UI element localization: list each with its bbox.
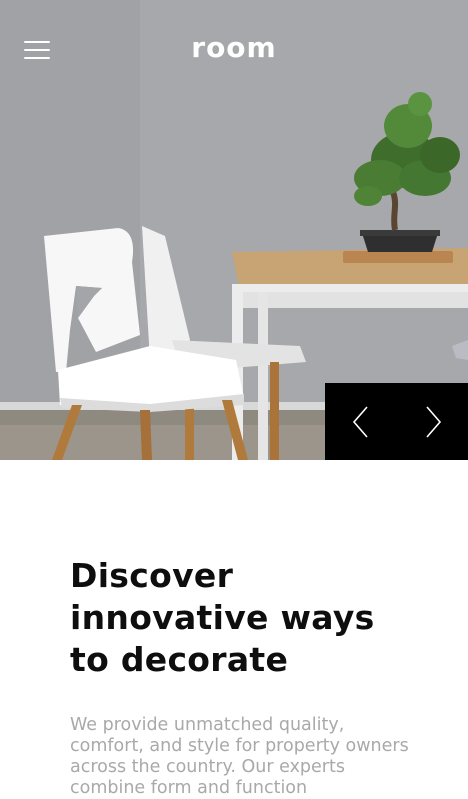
chevron-right-icon [426,406,442,438]
hero-section: room [0,0,468,460]
slider-prev-button[interactable] [325,383,396,460]
intro-description: We provide unmatched quality, comfort, a… [70,715,409,798]
slider-next-button[interactable] [397,383,468,460]
chevron-left-icon [352,406,368,438]
brand-logo[interactable]: room [0,30,468,66]
page-headline: Discover innovative ways to decorate [70,556,375,679]
slider-controls [325,383,468,460]
intro-section: Discover innovative ways to decorate We … [70,555,415,799]
